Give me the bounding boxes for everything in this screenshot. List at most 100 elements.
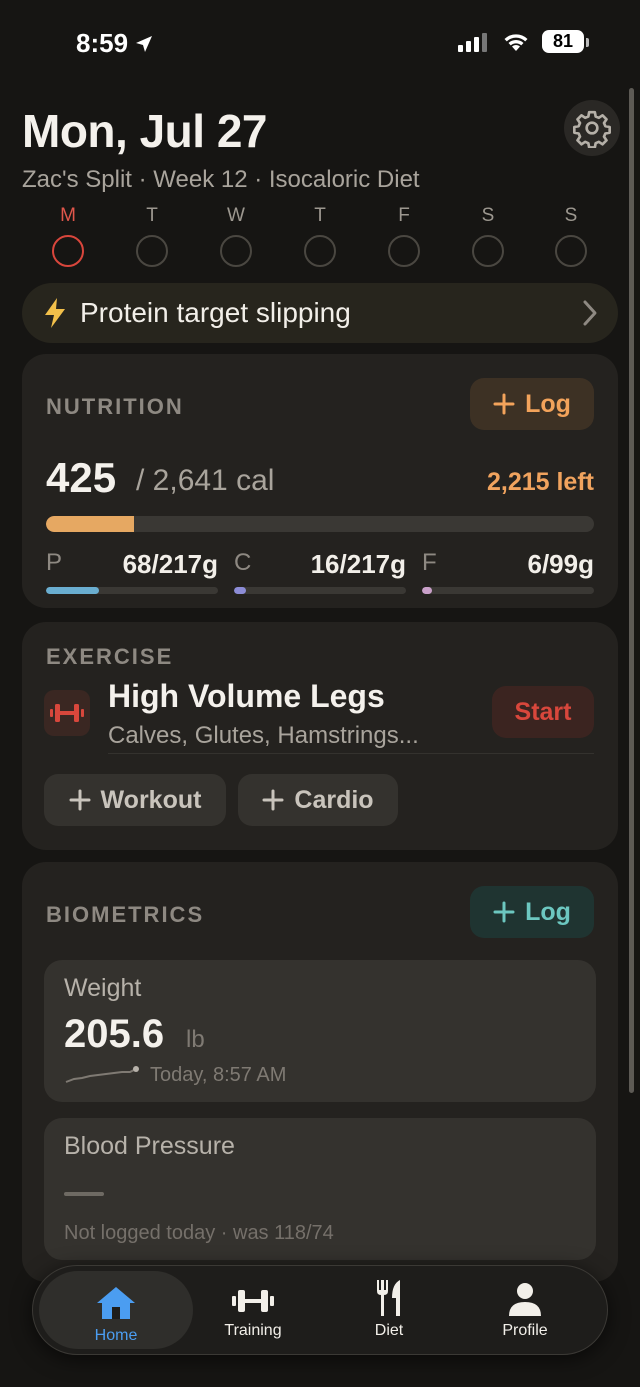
macro-progress-bar [234,587,406,594]
scroll-indicator[interactable] [629,88,634,1093]
exercise-title: EXERCISE [46,644,174,669]
add-workout-button[interactable]: Workout [44,774,226,826]
tab-label: Diet [374,1322,404,1339]
tab-label: Profile [502,1322,548,1339]
biometrics-log-button[interactable]: Log [470,886,594,938]
status-right: 81 [458,30,589,53]
weight-label: Weight [64,974,142,1002]
macro-value: 16/217g [310,549,406,579]
add-cardio-button[interactable]: Cardio [238,774,398,826]
macro-letter: F [422,549,437,576]
dumbbell-icon [50,704,84,722]
lightning-bolt-icon [45,298,65,328]
macro-progress-fill [234,587,247,594]
fork-knife-icon [377,1280,400,1316]
macro-progress-fill [46,587,100,594]
tab-label: Home [94,1327,138,1344]
workout-muscles: Calves, Glutes, Hamstrings... [108,722,419,749]
blood-pressure-label: Blood Pressure [64,1132,235,1160]
day-letter: M [60,205,76,226]
macro-value: 6/99g [527,549,595,579]
macro-letter: P [46,549,63,576]
workout-icon-badge [44,690,90,736]
blood-pressure-empty-dash [64,1192,104,1196]
weight-metric[interactable]: Weight 205.6 lb Today, 8:57 AM [44,960,596,1102]
gear-icon [573,110,611,148]
bottom-tab-bar: Home Training Diet Profile [32,1265,608,1355]
nutrition-card: NUTRITION Log 425 / 2,641 cal 2,215 left… [22,354,618,608]
person-icon [509,1283,541,1316]
plus-icon [262,789,284,811]
tab-label: Training [224,1322,282,1339]
macro-letter: C [234,549,252,576]
blood-pressure-note: Not logged today · was 118/74 [64,1222,334,1244]
add-workout-label: Workout [100,785,202,814]
page-title: Mon, Jul 27 [22,105,267,157]
signal-icon [458,32,487,52]
day-circle [555,235,587,267]
tab-home[interactable]: Home [39,1271,193,1349]
weight-time: Today, 8:57 AM [150,1064,287,1086]
macro-progress-fill [422,587,433,594]
tab-profile[interactable]: Profile [455,1266,595,1354]
nutrition-log-button[interactable]: Log [470,378,594,430]
divider [108,753,594,754]
status-bar: 8:59 81 [0,0,640,90]
plus-icon [493,901,515,923]
weight-unit: lb [186,1026,205,1053]
wifi-icon [504,33,528,51]
biometrics-card: BIOMETRICS Log Weight 205.6 lb Today, 8:… [22,862,618,1282]
plus-icon [493,393,515,415]
calories-consumed: 425 [46,454,117,501]
tab-training[interactable]: Training [183,1266,323,1354]
macro-value: 68/217g [122,549,218,579]
workout-name[interactable]: High Volume Legs [108,678,385,715]
calories-left: 2,215 left [486,468,594,496]
weight-sparkline [65,1066,139,1083]
macro-progress-bar [422,587,594,594]
biometrics-title: BIOMETRICS [46,902,205,927]
day-circle [220,235,252,267]
macro-progress-bar [46,587,218,594]
day-circle [304,235,336,267]
exercise-card: EXERCISE High Volume Legs Calves, Glutes… [22,622,618,850]
calories-total: / 2,641 cal [136,464,275,497]
status-time-text: 8:59 [76,28,129,58]
day-letter: T [314,205,326,226]
day-tuesday[interactable]: T [112,205,192,267]
day-letter: F [398,205,410,226]
day-sunday[interactable]: S [531,205,611,267]
day-wednesday[interactable]: W [196,205,276,267]
weight-value: 205.6 [64,1012,165,1056]
blood-pressure-metric[interactable]: Blood Pressure Not logged today · was 11… [44,1118,596,1260]
day-circle [388,235,420,267]
plus-icon [69,789,91,811]
week-selector: M T W T F S S [28,205,612,275]
page-subtitle: Zac's Split · Week 12 · Isocaloric Diet [22,166,420,193]
day-letter: W [227,205,245,226]
nutrition-title: NUTRITION [46,394,184,419]
calorie-progress-bar [46,516,594,532]
day-circle [136,235,168,267]
day-letter: S [481,205,495,226]
chevron-right-icon [583,300,597,326]
day-letter: S [564,205,578,226]
day-saturday[interactable]: S [448,205,528,267]
alert-text: Protein target slipping [80,297,351,328]
day-friday[interactable]: F [364,205,444,267]
protein-alert-banner[interactable]: Protein target slipping [22,283,618,343]
log-label: Log [525,897,571,926]
day-circle [52,235,84,267]
day-thursday[interactable]: T [280,205,360,267]
day-circle [472,235,504,267]
battery-indicator: 81 [542,30,589,53]
day-monday[interactable]: M [28,205,108,267]
location-arrow-icon [136,35,153,52]
tab-diet[interactable]: Diet [319,1266,459,1354]
home-icon [97,1287,135,1319]
start-workout-button[interactable]: Start [492,686,594,738]
settings-button[interactable] [564,100,620,156]
calorie-progress-fill [46,516,135,532]
dumbbell-icon [232,1290,274,1312]
log-label: Log [525,389,571,418]
